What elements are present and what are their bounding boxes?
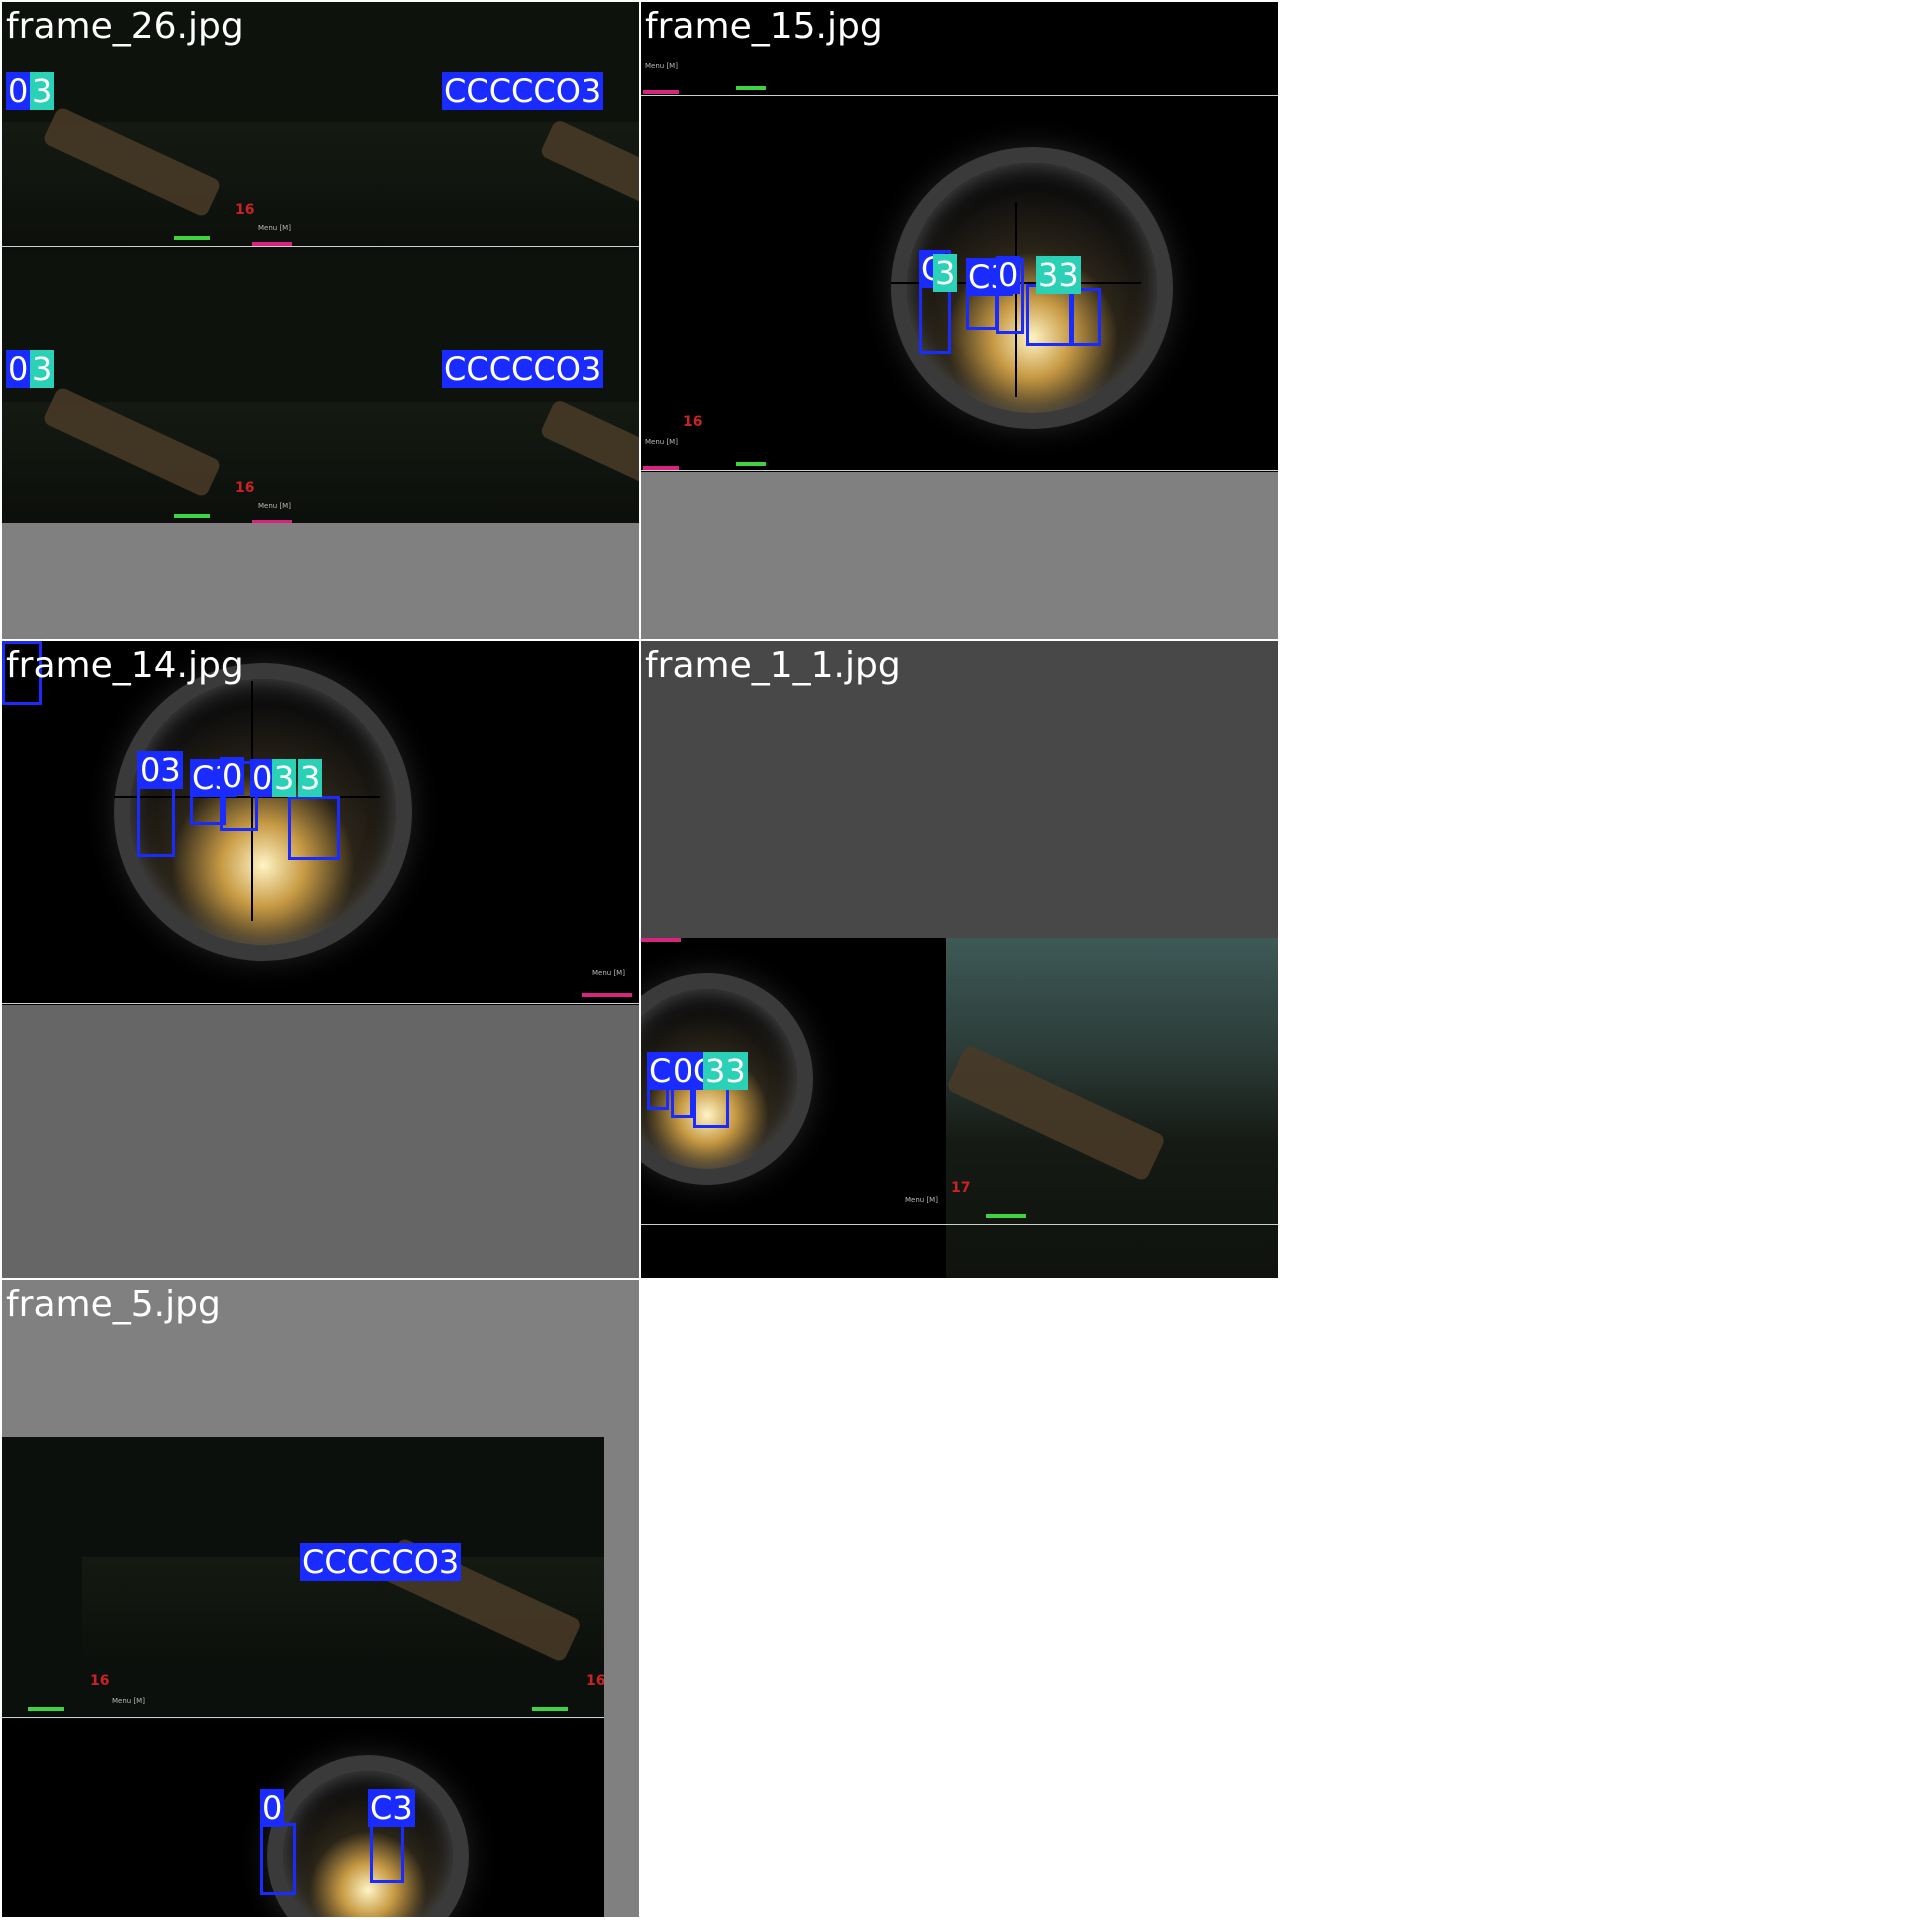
mosaic-tile-frame-14: frame_14.jpg Menu [M] 03 C3 0 0 3 3 [2, 641, 639, 1278]
rifle-model [946, 1043, 1167, 1183]
detection-label: 3 [30, 350, 55, 388]
hud-menu: Menu [M] [258, 502, 291, 510]
detection-label: 33 [703, 1052, 748, 1090]
detection-label: 0 [6, 72, 31, 110]
detection-label: 0 [6, 350, 31, 388]
detection-label: 03 [138, 751, 183, 789]
detection-label: 3 [272, 759, 297, 797]
hud-menu: Menu [M] [258, 224, 291, 232]
tile-title: frame_26.jpg [6, 6, 244, 47]
detection-box [1071, 288, 1101, 346]
detection-label: CCCCCO3 [300, 1543, 462, 1581]
hud-menu: Menu [M] [592, 969, 625, 977]
kill-counter: 16 [586, 1673, 604, 1689]
ammo-bar [252, 242, 292, 246]
ammo-bar [643, 90, 679, 94]
detection-label: 3 [298, 759, 323, 797]
detection-label: 3 [933, 254, 958, 292]
mosaic-tile-frame-26: frame_26.jpg 0 3 CCCCCO3 0 3 CCCCCO3 16 … [2, 2, 639, 639]
hud-menu: Menu [M] [112, 1697, 145, 1705]
detection-label: 3 [30, 72, 55, 110]
screen-divider [641, 95, 1278, 96]
mosaic-tile-frame-15: frame_15.jpg 16 Menu [M] Menu [M] C 3 C3… [641, 2, 1278, 639]
mosaic-tile-frame-1-1: frame_1_1.jpg 17 Menu [M] C3 0 C 33 [641, 641, 1278, 1278]
screen-divider [2, 1717, 604, 1718]
detection-box [288, 796, 340, 860]
health-bar [532, 1707, 568, 1711]
sniper-scope [267, 1755, 469, 1917]
screen-divider [2, 246, 639, 247]
tile-title: frame_15.jpg [645, 6, 883, 47]
game-screenshot: 16 Menu [M] Menu [M] C 3 C3 0 33 [641, 2, 1278, 472]
tile-title: frame_5.jpg [6, 1284, 221, 1325]
game-screenshot: Menu [M] 03 C3 0 0 3 3 [2, 641, 639, 1005]
detection-label: 0 [996, 256, 1021, 294]
kill-counter: 16 [235, 202, 255, 218]
hud-menu: Menu [M] [905, 1196, 938, 1204]
tile-title: frame_1_1.jpg [645, 645, 901, 686]
detection-label: 33 [1036, 256, 1081, 294]
health-bar [736, 462, 766, 466]
detection-box [260, 1823, 296, 1895]
world-view [946, 938, 1278, 1278]
health-bar [736, 86, 766, 90]
game-screenshot: 17 Menu [M] C3 0 C 33 [641, 938, 1278, 1278]
game-screenshot: 16 16 Menu [M] CCCCCO3 0 C3 [2, 1437, 604, 1917]
scope-view [2, 1719, 604, 1917]
health-bar [28, 1707, 64, 1711]
kill-counter: 16 [235, 480, 255, 496]
detection-label: CCCCCO3 [442, 72, 604, 110]
ammo-bar [252, 520, 292, 523]
mosaic-tile-frame-5: frame_5.jpg 16 16 Menu [M] CCCCCO3 0 C3 [2, 1280, 639, 1917]
detection-label: C3 [368, 1789, 415, 1827]
health-bar [986, 1214, 1026, 1218]
health-bar [174, 236, 210, 240]
detection-label: CCCCCO3 [442, 350, 604, 388]
screen-divider [2, 1003, 639, 1004]
screen-divider [641, 1224, 1278, 1225]
kill-counter: 16 [683, 414, 703, 430]
kill-counter: 16 [90, 1673, 110, 1689]
kill-counter: 17 [951, 1180, 971, 1196]
detection-label: 0 [220, 757, 245, 795]
game-screenshot: 0 3 CCCCCO3 0 3 CCCCCO3 16 16 Menu [M] M… [2, 2, 639, 523]
health-bar [174, 514, 210, 518]
ammo-bar [582, 993, 632, 997]
ammo-bar [643, 466, 679, 470]
tile-title: frame_14.jpg [6, 645, 244, 686]
hud-menu: Menu [M] [645, 438, 678, 446]
hud-menu: Menu [M] [645, 62, 678, 70]
detection-label: 0 [260, 1789, 285, 1827]
screen-divider [641, 470, 1278, 471]
detection-label: 0 [250, 759, 275, 797]
ammo-bar [641, 938, 681, 942]
